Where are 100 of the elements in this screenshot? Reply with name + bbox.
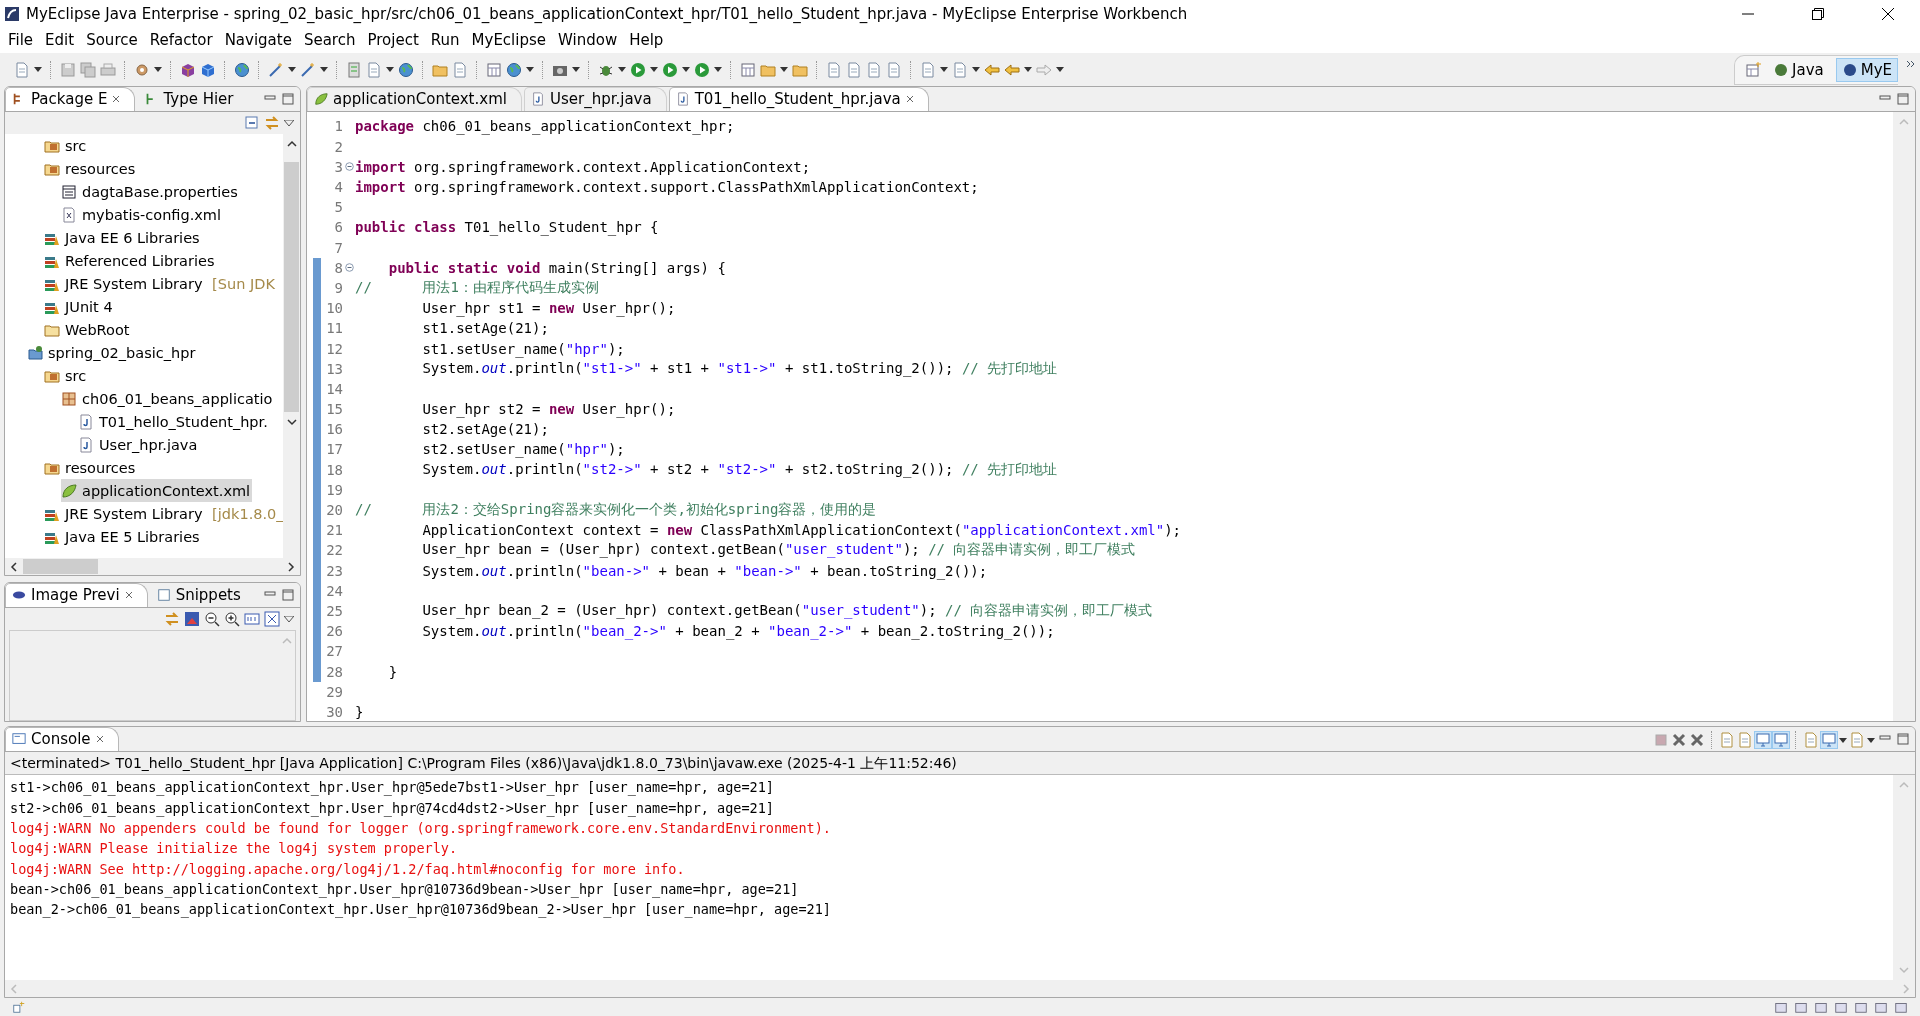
maximize-icon[interactable] bbox=[282, 93, 294, 106]
tree-item[interactable]: resources bbox=[44, 456, 138, 480]
monitor-icon[interactable] bbox=[1755, 732, 1771, 749]
tree-item[interactable]: resources bbox=[44, 157, 138, 181]
status-tool-icon[interactable] bbox=[1814, 1000, 1828, 1015]
perspective-tab[interactable]: MyE bbox=[1835, 57, 1898, 82]
maximize-icon[interactable] bbox=[1897, 733, 1909, 746]
document-icon[interactable] bbox=[452, 61, 468, 78]
tree-item[interactable]: applicationContext.xml bbox=[61, 479, 253, 503]
editor-tab[interactable]: T01_hello_Student_hpr.java bbox=[668, 87, 929, 112]
dropdown-caret-icon[interactable] bbox=[1024, 67, 1032, 73]
status-tool-icon[interactable] bbox=[1794, 1000, 1808, 1015]
editor-tab[interactable]: applicationContext.xml bbox=[307, 87, 522, 112]
menu-item[interactable]: Search bbox=[299, 29, 364, 52]
status-tool-icon[interactable] bbox=[1834, 1000, 1848, 1015]
dropdown-caret-icon[interactable] bbox=[940, 67, 948, 73]
menu-item[interactable]: Source bbox=[82, 29, 146, 52]
scrollbar-thumb[interactable] bbox=[23, 559, 98, 575]
tree-item[interactable]: JUnit 4 bbox=[44, 295, 115, 319]
fold-icon[interactable] bbox=[344, 162, 354, 172]
play-icon[interactable] bbox=[694, 61, 710, 78]
globe-icon[interactable] bbox=[398, 61, 414, 78]
menu-item[interactable]: File bbox=[4, 29, 42, 52]
dropdown-caret-icon[interactable] bbox=[386, 67, 394, 73]
document-icon[interactable] bbox=[1737, 732, 1753, 749]
menu-item[interactable]: Project bbox=[363, 29, 427, 52]
document-icon[interactable] bbox=[1803, 732, 1819, 749]
menu-item[interactable]: Window bbox=[554, 29, 626, 52]
cube-icon[interactable] bbox=[200, 61, 216, 78]
play-icon[interactable] bbox=[630, 61, 646, 78]
maximize-icon[interactable] bbox=[1897, 93, 1909, 106]
tree-item[interactable]: dagtaBase.properties bbox=[61, 180, 240, 204]
view-tab[interactable]: Type Hier bbox=[137, 87, 249, 112]
dropdown-caret-icon[interactable] bbox=[1867, 738, 1875, 744]
dropdown-caret-icon[interactable] bbox=[972, 67, 980, 73]
disks-icon[interactable] bbox=[80, 61, 96, 78]
view-tab[interactable]: Package E bbox=[5, 87, 136, 112]
wand-icon[interactable] bbox=[268, 61, 284, 78]
remove-icon[interactable] bbox=[1689, 732, 1705, 749]
document-icon[interactable] bbox=[886, 61, 902, 78]
editor-tab[interactable]: User_hpr.java bbox=[523, 87, 667, 112]
grid-icon[interactable] bbox=[740, 61, 756, 78]
scroll-left-icon[interactable] bbox=[9, 561, 19, 572]
tree-item[interactable]: mybatis-config.xml bbox=[61, 203, 223, 227]
document-icon[interactable] bbox=[846, 61, 862, 78]
cube-icon[interactable] bbox=[180, 61, 196, 78]
tree-item[interactable]: User_hpr.java bbox=[78, 433, 200, 457]
printer-icon[interactable] bbox=[100, 61, 116, 78]
collapse-all-icon[interactable] bbox=[244, 115, 260, 132]
scroll-right-icon[interactable] bbox=[286, 561, 296, 572]
tree-item[interactable]: ch06_01_beans_applicatio bbox=[61, 387, 275, 411]
tree-item[interactable]: JRE System Library [Sun JDK bbox=[44, 272, 277, 296]
fold-icon[interactable] bbox=[344, 263, 354, 273]
close-icon[interactable] bbox=[1881, 6, 1895, 21]
menu-item[interactable]: MyEclipse bbox=[467, 29, 554, 52]
menu-item[interactable]: Refactor bbox=[145, 29, 221, 52]
link-arrows-icon[interactable] bbox=[164, 611, 180, 628]
globe-icon[interactable] bbox=[234, 61, 250, 78]
view-tab[interactable]: Console bbox=[5, 727, 119, 752]
dropdown-caret-icon[interactable] bbox=[288, 67, 296, 73]
monitor-icon[interactable] bbox=[1773, 732, 1789, 749]
tree-item[interactable]: WebRoot bbox=[44, 318, 132, 342]
chevron-icon[interactable] bbox=[1906, 59, 1916, 69]
dropdown-caret-icon[interactable] bbox=[714, 67, 722, 73]
dropdown-caret-icon[interactable] bbox=[572, 67, 580, 73]
remove-icon[interactable] bbox=[1671, 732, 1687, 749]
dropdown-caret-icon[interactable] bbox=[650, 67, 658, 73]
zoom-in-icon[interactable] bbox=[224, 611, 240, 628]
dropdown-caret-icon[interactable] bbox=[1056, 67, 1064, 73]
dropdown-caret-icon[interactable] bbox=[154, 67, 162, 73]
dropdown-caret-icon[interactable] bbox=[618, 67, 626, 73]
perspective-tab[interactable]: Java bbox=[1767, 57, 1830, 82]
grid-icon[interactable] bbox=[486, 61, 502, 78]
dropdown-caret-icon[interactable] bbox=[34, 67, 42, 73]
link-arrows-icon[interactable] bbox=[264, 115, 280, 132]
tree-item[interactable]: Java EE 5 Libraries bbox=[44, 525, 202, 549]
status-tool-icon[interactable] bbox=[1874, 1000, 1888, 1015]
view-tab[interactable]: Snippets bbox=[149, 583, 256, 608]
scrollbar-thumb[interactable] bbox=[284, 162, 299, 413]
menu-item[interactable]: Edit bbox=[41, 29, 83, 52]
menu-item[interactable]: Run bbox=[426, 29, 468, 52]
dropdown-caret-icon[interactable] bbox=[1839, 738, 1847, 744]
dropdown-caret-icon[interactable] bbox=[284, 120, 294, 127]
document-icon[interactable] bbox=[826, 61, 842, 78]
status-tool-icon[interactable] bbox=[1774, 1000, 1788, 1015]
fit-icon[interactable] bbox=[264, 611, 280, 628]
globe-icon[interactable] bbox=[506, 61, 522, 78]
dropdown-caret-icon[interactable] bbox=[682, 67, 690, 73]
vertical-scrollbar[interactable] bbox=[1893, 112, 1915, 722]
tree-item[interactable]: T01_hello_Student_hpr. bbox=[78, 410, 270, 434]
tree-item[interactable]: src bbox=[44, 134, 89, 158]
status-tool-icon[interactable] bbox=[1854, 1000, 1868, 1015]
open-perspective-icon[interactable] bbox=[1745, 61, 1761, 78]
image-icon[interactable] bbox=[184, 611, 200, 628]
dropdown-caret-icon[interactable] bbox=[780, 67, 788, 73]
status-tool-icon[interactable] bbox=[1894, 1000, 1908, 1015]
dropdown-caret-icon[interactable] bbox=[526, 67, 534, 73]
tree-item[interactable]: spring_02_basic_hpr bbox=[27, 341, 198, 365]
tree-item[interactable]: JRE System Library [jdk1.8.0_ bbox=[44, 502, 283, 526]
tree-item[interactable]: Referenced Libraries bbox=[44, 249, 217, 273]
